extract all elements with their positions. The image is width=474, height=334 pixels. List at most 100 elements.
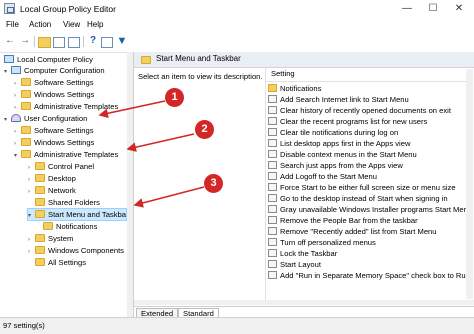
tree-label: Local Computer Policy bbox=[17, 55, 93, 64]
setting-label: Add "Run in Separate Memory Space" check… bbox=[280, 271, 470, 280]
setting-row[interactable]: Lock the Taskbar bbox=[268, 248, 472, 259]
setting-row[interactable]: Clear tile notifications during log on bbox=[268, 127, 472, 138]
tree-root[interactable]: Local Computer Policy bbox=[4, 54, 93, 65]
tree-label: Windows Settings bbox=[34, 90, 95, 99]
tree-uc-software-settings[interactable]: › Software Settings bbox=[14, 125, 94, 136]
back-arrow-icon[interactable]: ← bbox=[4, 35, 16, 47]
help-icon[interactable]: ? bbox=[87, 35, 99, 47]
folder-icon bbox=[21, 138, 31, 146]
tree-desktop[interactable]: › Desktop bbox=[28, 173, 76, 184]
tree-start-menu-taskbar[interactable]: ▾ Start Menu and Taskbar bbox=[27, 208, 129, 222]
details-title: Start Menu and Taskbar bbox=[156, 54, 241, 63]
setting-row[interactable]: Gray unavailable Windows Installer progr… bbox=[268, 204, 472, 215]
setting-label: Add Logoff to the Start Menu bbox=[280, 172, 377, 181]
folder-icon bbox=[35, 234, 45, 242]
tree-cc-admin-templates[interactable]: › Administrative Templates bbox=[14, 101, 118, 112]
folder-icon bbox=[43, 222, 53, 230]
policy-setting-icon bbox=[268, 216, 277, 224]
folder-up-icon[interactable] bbox=[38, 37, 51, 48]
menu-file[interactable]: File bbox=[6, 20, 19, 29]
setting-label: Clear the recent programs list for new u… bbox=[280, 117, 428, 126]
setting-label: Force Start to be either full screen siz… bbox=[280, 183, 456, 192]
setting-label: List desktop apps first in the Apps view bbox=[280, 139, 411, 148]
tree-label: Start Menu and Taskbar bbox=[48, 210, 129, 219]
tree-shared-folders[interactable]: Shared Folders bbox=[28, 197, 100, 208]
tree-label: Windows Components bbox=[48, 246, 124, 255]
setting-row[interactable]: Start Layout bbox=[268, 259, 472, 270]
folder-icon bbox=[21, 126, 31, 134]
column-header-setting[interactable]: Setting bbox=[266, 69, 469, 82]
maximize-button[interactable]: ☐ bbox=[420, 0, 446, 18]
forward-arrow-icon[interactable]: → bbox=[19, 35, 31, 47]
export-list-icon[interactable] bbox=[68, 37, 80, 48]
tree-label: Software Settings bbox=[34, 78, 94, 87]
folder-icon bbox=[21, 102, 31, 110]
chevron-down-icon[interactable]: ▾ bbox=[4, 115, 11, 126]
chevron-down-icon[interactable]: ▾ bbox=[4, 67, 11, 78]
setting-label: Start Layout bbox=[280, 260, 321, 269]
folder-icon bbox=[268, 84, 277, 92]
setting-row[interactable]: Search just apps from the Apps view bbox=[268, 160, 472, 171]
computer-policy-icon bbox=[4, 55, 14, 63]
tree-uc-windows-settings[interactable]: › Windows Settings bbox=[14, 137, 94, 148]
setting-label: Gray unavailable Windows Installer progr… bbox=[280, 205, 472, 214]
menu-help[interactable]: Help bbox=[87, 20, 103, 29]
folder-icon bbox=[35, 162, 45, 170]
setting-label: Lock the Taskbar bbox=[280, 249, 338, 258]
folder-open-icon bbox=[35, 210, 45, 218]
menu-view[interactable]: View bbox=[63, 20, 80, 29]
setting-row[interactable]: Add "Run in Separate Memory Space" check… bbox=[268, 270, 472, 281]
menu-action[interactable]: Action bbox=[29, 20, 51, 29]
policy-setting-icon bbox=[268, 150, 277, 158]
setting-row[interactable]: Remove "Recently added" list from Start … bbox=[268, 226, 472, 237]
policy-setting-icon bbox=[268, 95, 277, 103]
tree-user-configuration[interactable]: ▾ User Configuration bbox=[4, 113, 87, 124]
tree-cc-windows-settings[interactable]: › Windows Settings bbox=[14, 89, 94, 100]
show-hide-tree-icon[interactable] bbox=[53, 37, 65, 48]
setting-label: Clear history of recently opened documen… bbox=[280, 106, 451, 115]
policy-setting-icon bbox=[268, 139, 277, 147]
setting-label: Disable context menus in the Start Menu bbox=[280, 150, 417, 159]
policy-setting-icon bbox=[268, 271, 277, 279]
window-title: Local Group Policy Editor bbox=[20, 4, 116, 14]
gpedit-app-icon bbox=[4, 3, 15, 14]
properties-icon[interactable] bbox=[101, 37, 113, 48]
tree-uc-admin-templates[interactable]: ▾ Administrative Templates bbox=[14, 149, 118, 160]
tree-notifications[interactable]: Notifications bbox=[43, 221, 97, 232]
folder-icon bbox=[21, 78, 31, 86]
tree-control-panel[interactable]: › Control Panel bbox=[28, 161, 94, 172]
user-icon bbox=[11, 114, 21, 122]
setting-row[interactable]: Go to the desktop instead of Start when … bbox=[268, 193, 472, 204]
settings-scrollbar[interactable] bbox=[466, 69, 473, 299]
tree-all-settings[interactable]: All Settings bbox=[28, 257, 86, 268]
setting-row[interactable]: Add Search Internet link to Start Menu bbox=[268, 94, 472, 105]
minimize-button[interactable]: — bbox=[394, 0, 420, 18]
tree-pane: Local Computer Policy ▾ Computer Configur… bbox=[0, 52, 134, 317]
setting-row[interactable]: Disable context menus in the Start Menu bbox=[268, 149, 472, 160]
setting-row[interactable]: Notifications bbox=[268, 83, 472, 94]
policy-setting-icon bbox=[268, 205, 277, 213]
settings-count: 97 setting(s) bbox=[3, 321, 45, 330]
policy-setting-icon bbox=[268, 106, 277, 114]
tree-scrollbar[interactable] bbox=[127, 52, 133, 317]
policy-setting-icon bbox=[268, 172, 277, 180]
tree-network[interactable]: › Network bbox=[28, 185, 76, 196]
filter-icon[interactable]: ▼ bbox=[116, 35, 128, 47]
policy-setting-icon bbox=[268, 183, 277, 191]
setting-row[interactable]: Turn off personalized menus bbox=[268, 237, 472, 248]
chevron-down-icon[interactable]: ▾ bbox=[14, 151, 21, 162]
chevron-down-icon[interactable]: ▾ bbox=[28, 211, 35, 222]
tree-system[interactable]: › System bbox=[28, 233, 73, 244]
horizontal-scrollbar[interactable] bbox=[134, 300, 474, 305]
tree-cc-software-settings[interactable]: › Software Settings bbox=[14, 77, 94, 88]
setting-row[interactable]: List desktop apps first in the Apps view bbox=[268, 138, 472, 149]
tree-computer-configuration[interactable]: ▾ Computer Configuration bbox=[4, 65, 105, 76]
tree-label: Computer Configuration bbox=[24, 66, 105, 75]
setting-row[interactable]: Clear history of recently opened documen… bbox=[268, 105, 472, 116]
setting-row[interactable]: Add Logoff to the Start Menu bbox=[268, 171, 472, 182]
close-button[interactable]: ✕ bbox=[446, 0, 472, 18]
setting-row[interactable]: Clear the recent programs list for new u… bbox=[268, 116, 472, 127]
setting-row[interactable]: Force Start to be either full screen siz… bbox=[268, 182, 472, 193]
setting-row[interactable]: Remove the People Bar from the taskbar bbox=[268, 215, 472, 226]
tree-windows-components[interactable]: › Windows Components bbox=[28, 245, 124, 256]
